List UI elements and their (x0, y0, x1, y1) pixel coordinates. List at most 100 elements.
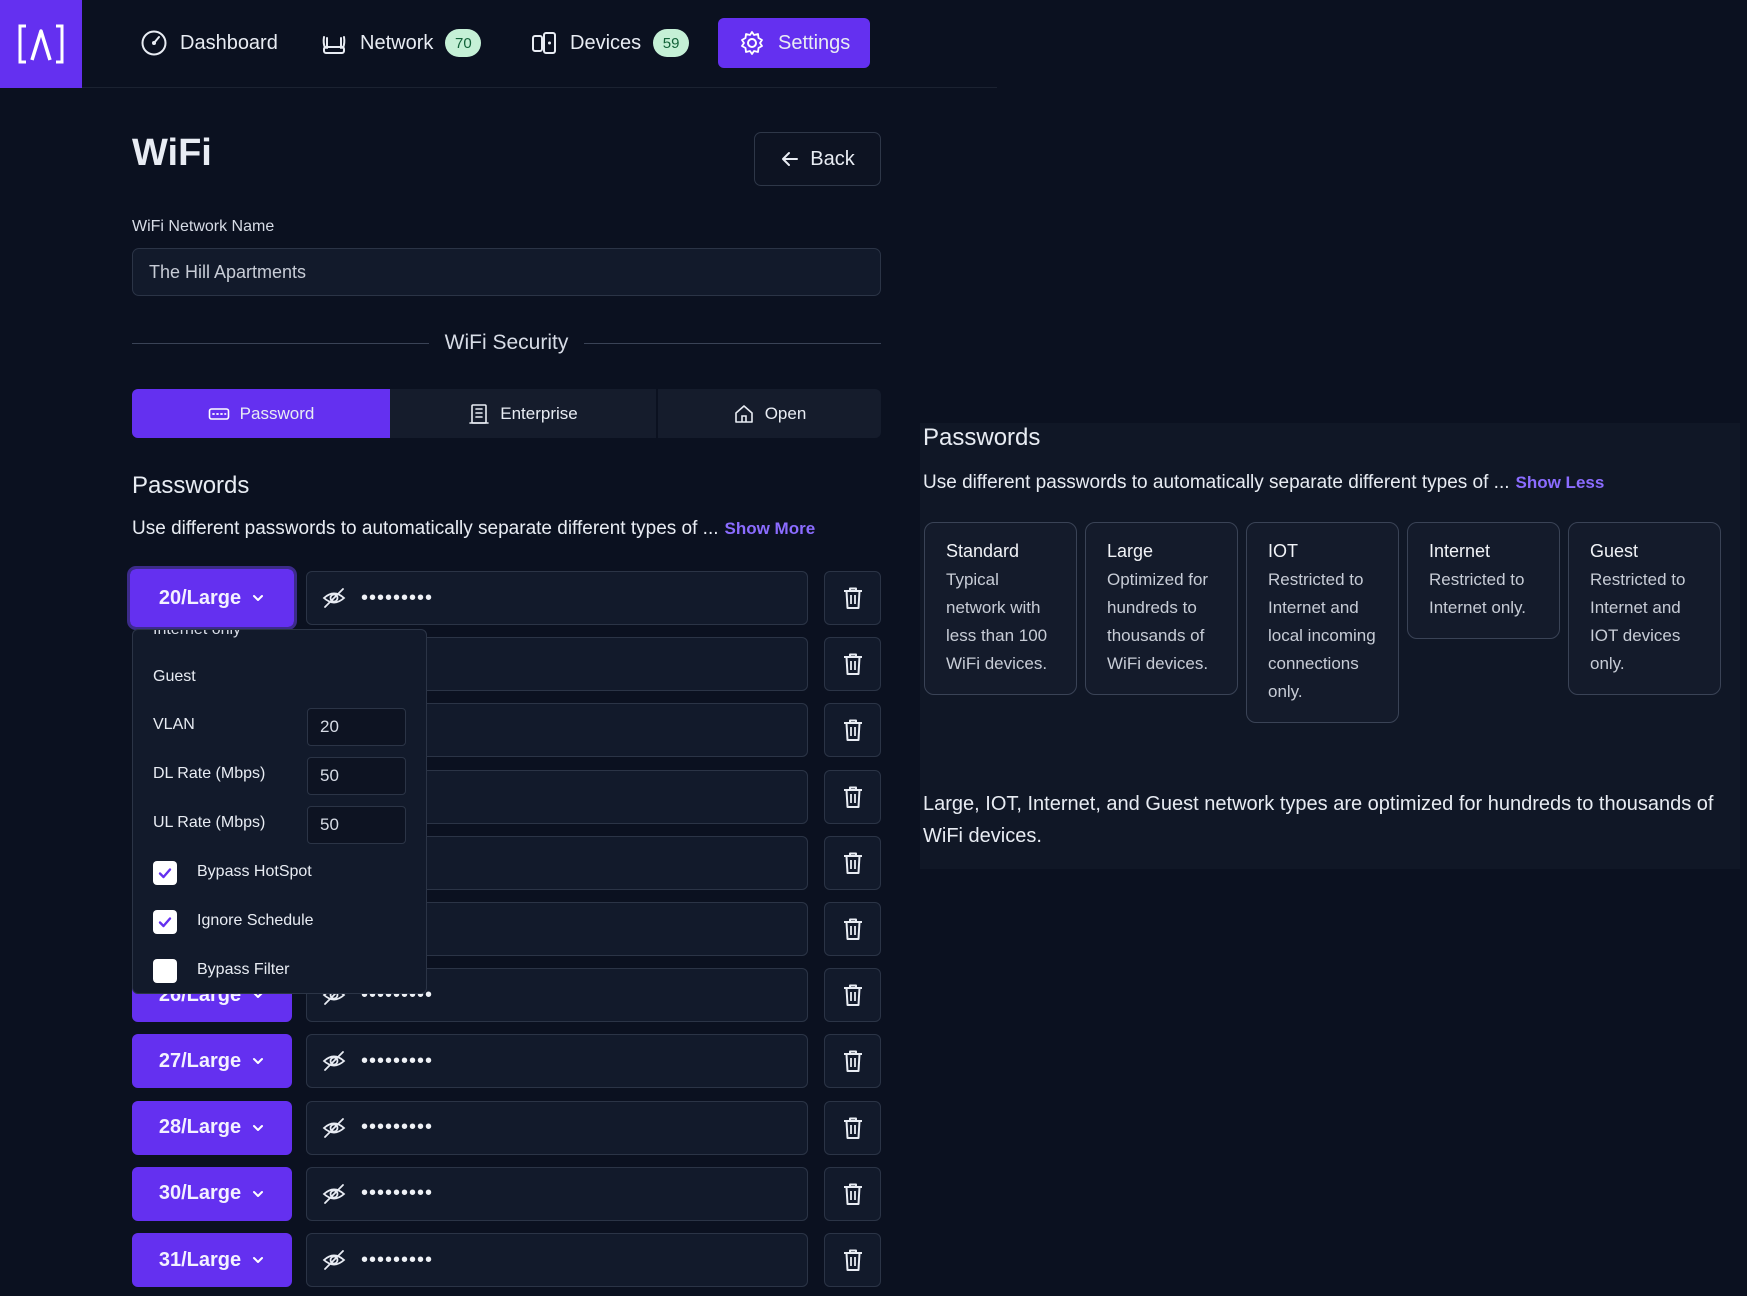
card-description: Typical network with less than 100 WiFi … (946, 570, 1048, 673)
divider-line (584, 342, 881, 344)
chevron-down-icon (253, 1124, 264, 1131)
password-row: 28/Large ••••••••• (132, 1100, 881, 1155)
ul-rate-input[interactable]: 50 (307, 806, 406, 844)
passwords-description-text: Use different passwords to automatically… (132, 518, 719, 539)
gear-icon (741, 31, 763, 55)
show-less-link[interactable]: Show Less (1516, 473, 1605, 492)
password-row: 20/Large ••••••••• (127, 566, 881, 630)
keyboard-icon (208, 407, 229, 420)
card-description: Restricted to Internet and local incomin… (1268, 570, 1376, 701)
delete-password-button[interactable] (824, 571, 881, 625)
nav-devices-label: Devices (570, 31, 642, 54)
trash-icon (843, 1117, 862, 1139)
delete-password-button[interactable] (824, 637, 881, 692)
security-tabs: Password Enterprise Open (132, 389, 881, 438)
network-count-badge: 70 (445, 29, 482, 57)
chevron-down-icon (253, 1190, 264, 1197)
dl-rate-input[interactable]: 50 (307, 757, 406, 795)
password-type-label: 28/Large (158, 1116, 242, 1139)
tab-enterprise[interactable]: Enterprise (390, 389, 656, 438)
option-guest[interactable]: Guest (153, 668, 196, 686)
dl-rate-label: DL Rate (Mbps) (153, 765, 266, 782)
password-type-label: 27/Large (158, 1049, 242, 1072)
ul-rate-label: UL Rate (Mbps) (153, 814, 266, 831)
delete-password-button[interactable] (824, 1100, 881, 1155)
card-large: Large Optimized for hundreds to thousand… (1085, 522, 1238, 695)
delete-password-button[interactable] (824, 1233, 881, 1287)
building-icon (469, 403, 490, 424)
network-name-input[interactable]: The Hill Apartments (132, 248, 881, 296)
password-type-label: 20/Large (158, 586, 242, 609)
trash-icon (843, 1050, 862, 1073)
security-heading: WiFi Security (444, 331, 569, 354)
password-type-label: 30/Large (158, 1182, 242, 1205)
bypass-hotspot-checkbox[interactable] (153, 861, 177, 885)
delete-password-button[interactable] (824, 1034, 881, 1089)
password-row: 31/Large ••••••••• (132, 1233, 881, 1287)
nav-network[interactable]: Network 70 (320, 18, 482, 68)
eye-off-icon (322, 1117, 346, 1138)
password-type-select[interactable]: 27/Large (132, 1034, 292, 1089)
network-icon (322, 36, 346, 54)
card-internet: Internet Restricted to Internet only. (1407, 522, 1560, 639)
trash-icon (843, 653, 862, 676)
delete-password-button[interactable] (824, 902, 881, 956)
show-more-link[interactable]: Show More (725, 519, 816, 538)
card-guest: Guest Restricted to Internet and IOT dev… (1568, 522, 1721, 695)
password-type-select[interactable]: 20/Large (127, 566, 297, 630)
tab-open[interactable]: Open (656, 389, 881, 438)
vlan-input[interactable]: 20 (307, 708, 406, 746)
info-panel-description-text: Use different passwords to automatically… (923, 472, 1510, 493)
page-title: WiFi (132, 132, 212, 174)
passwords-description: Use different passwords to automatically… (132, 518, 815, 540)
password-mask: ••••••••• (361, 1116, 434, 1139)
trash-icon (843, 984, 862, 1007)
delete-password-button[interactable] (824, 968, 881, 1023)
trash-icon (843, 1249, 862, 1271)
password-mask: ••••••••• (361, 1248, 434, 1271)
card-description: Optimized for hundreds to thousands of W… (1107, 570, 1209, 673)
home-icon (734, 404, 753, 423)
card-title: Internet (1429, 541, 1491, 561)
password-type-label: 31/Large (158, 1248, 242, 1271)
nav-dashboard[interactable]: Dashboard (140, 18, 278, 68)
trash-icon (843, 1183, 862, 1205)
back-button[interactable]: Back (754, 132, 881, 186)
trash-icon (843, 852, 862, 874)
password-input[interactable]: ••••••••• (306, 1034, 808, 1089)
info-panel-description: Use different passwords to automatically… (923, 472, 1604, 494)
password-input[interactable]: ••••••••• (306, 1100, 808, 1155)
card-title: Large (1107, 541, 1154, 561)
password-input[interactable]: ••••••••• (306, 1233, 808, 1287)
eye-off-icon (322, 1183, 346, 1204)
nav-settings[interactable]: Settings (718, 18, 871, 68)
card-standard: Standard Typical network with less than … (924, 522, 1077, 695)
password-type-select[interactable]: 28/Large (132, 1100, 292, 1155)
password-type-select[interactable]: 30/Large (132, 1166, 292, 1221)
password-mask: ••••••••• (361, 586, 434, 609)
tab-enterprise-label: Enterprise (500, 403, 578, 423)
tab-password[interactable]: Password (132, 389, 390, 438)
back-label: Back (810, 147, 855, 170)
nav-devices[interactable]: Devices 59 (530, 18, 690, 68)
ignore-schedule-checkbox[interactable] (153, 910, 177, 934)
bypass-filter-checkbox[interactable] (153, 959, 177, 983)
password-input[interactable]: ••••••••• (306, 1166, 808, 1221)
chevron-down-icon (253, 595, 264, 601)
delete-password-button[interactable] (824, 835, 881, 890)
delete-password-button[interactable] (824, 1166, 881, 1221)
card-title: Standard (946, 541, 1020, 561)
card-description: Restricted to Internet and IOT devices o… (1590, 570, 1686, 673)
chevron-down-icon (253, 1257, 264, 1263)
trash-icon (843, 719, 862, 742)
password-type-dropdown: Internet only Guest VLAN 20 DL Rate (Mbp… (132, 629, 427, 994)
password-input[interactable]: ••••••••• (306, 571, 808, 625)
option-internet-only[interactable]: Internet only (153, 630, 241, 639)
logo[interactable] (0, 0, 82, 88)
delete-password-button[interactable] (824, 769, 881, 824)
nav-settings-label: Settings (778, 31, 851, 54)
network-name-label: WiFi Network Name (132, 218, 275, 235)
password-type-select[interactable]: 31/Large (132, 1233, 292, 1287)
delete-password-button[interactable] (824, 703, 881, 758)
password-row: 27/Large ••••••••• (132, 1034, 881, 1089)
